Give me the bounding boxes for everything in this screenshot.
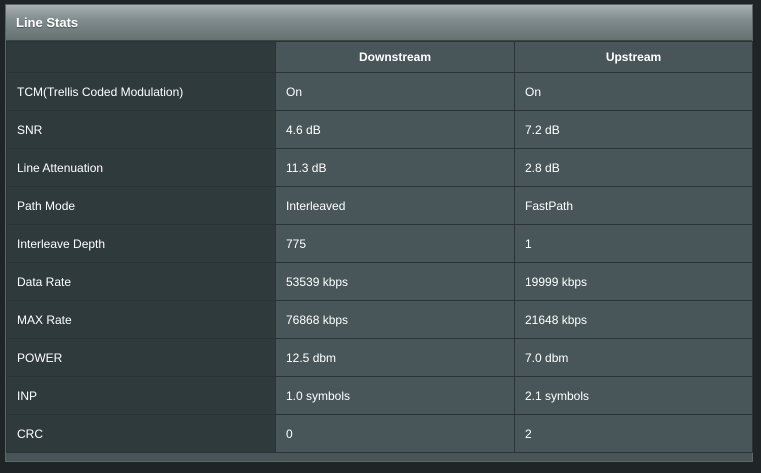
upstream-value: 2: [514, 414, 753, 453]
upstream-value: 7.2 dB: [514, 110, 753, 149]
line-stats-panel: Line Stats Downstream Upstream TCM(Trell…: [5, 4, 753, 462]
row-label: POWER: [6, 338, 276, 377]
table-row: Interleave Depth 775 1: [6, 224, 753, 263]
table-row: INP 1.0 symbols 2.1 symbols: [6, 376, 753, 415]
table-row: SNR 4.6 dB 7.2 dB: [6, 110, 753, 149]
header-corner-cell: [6, 41, 276, 73]
upstream-value: 21648 kbps: [514, 300, 753, 339]
table-row: MAX Rate 76868 kbps 21648 kbps: [6, 300, 753, 339]
downstream-value: Interleaved: [275, 186, 515, 225]
upstream-value: 7.0 dbm: [514, 338, 753, 377]
table-row: Path Mode Interleaved FastPath: [6, 186, 753, 225]
panel-title: Line Stats: [16, 15, 79, 30]
downstream-value: 53539 kbps: [275, 262, 515, 301]
upstream-value: FastPath: [514, 186, 753, 225]
table-row: TCM(Trellis Coded Modulation) On On: [6, 72, 753, 111]
upstream-value: 1: [514, 224, 753, 263]
row-label: Interleave Depth: [6, 224, 276, 263]
upstream-value: 2.1 symbols: [514, 376, 753, 415]
downstream-value: 11.3 dB: [275, 148, 515, 187]
downstream-value: On: [275, 72, 515, 111]
upstream-value: 19999 kbps: [514, 262, 753, 301]
row-label: SNR: [6, 110, 276, 149]
panel-header: Line Stats: [6, 5, 752, 41]
downstream-value: 12.5 dbm: [275, 338, 515, 377]
upstream-value: 2.8 dB: [514, 148, 753, 187]
column-header-downstream: Downstream: [275, 41, 515, 73]
upstream-value: On: [514, 72, 753, 111]
row-label: CRC: [6, 414, 276, 453]
downstream-value: 4.6 dB: [275, 110, 515, 149]
line-stats-table: Downstream Upstream TCM(Trellis Coded Mo…: [6, 41, 753, 453]
downstream-value: 0: [275, 414, 515, 453]
table-row: CRC 0 2: [6, 414, 753, 453]
table-row: Data Rate 53539 kbps 19999 kbps: [6, 262, 753, 301]
page-background: Line Stats Downstream Upstream TCM(Trell…: [0, 0, 761, 473]
table-row: POWER 12.5 dbm 7.0 dbm: [6, 338, 753, 377]
downstream-value: 775: [275, 224, 515, 263]
downstream-value: 1.0 symbols: [275, 376, 515, 415]
row-label: Path Mode: [6, 186, 276, 225]
column-header-upstream: Upstream: [514, 41, 753, 73]
row-label: MAX Rate: [6, 300, 276, 339]
table-row: Line Attenuation 11.3 dB 2.8 dB: [6, 148, 753, 187]
row-label: Data Rate: [6, 262, 276, 301]
row-label: TCM(Trellis Coded Modulation): [6, 72, 276, 111]
row-label: Line Attenuation: [6, 148, 276, 187]
downstream-value: 76868 kbps: [275, 300, 515, 339]
table-header-row: Downstream Upstream: [6, 41, 753, 73]
row-label: INP: [6, 376, 276, 415]
